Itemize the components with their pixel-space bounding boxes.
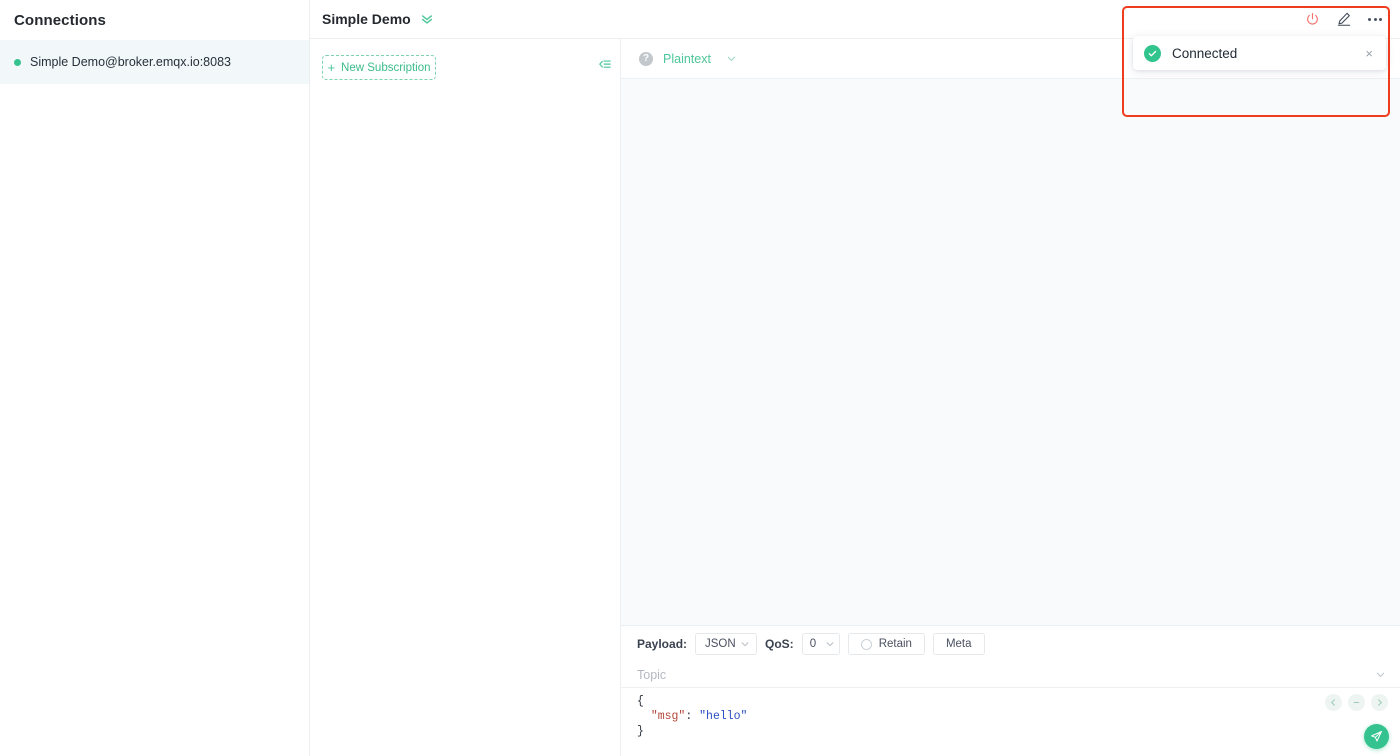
minus-icon[interactable] (1348, 694, 1365, 711)
payload-json-key: "msg" (650, 710, 686, 723)
plus-icon: + (327, 60, 336, 75)
message-list (621, 79, 1400, 625)
payload-code-line-2: "msg": "hello" (621, 709, 1400, 724)
connection-item-label: Simple Demo@broker.emqx.io:8083 (30, 55, 231, 69)
connections-sidebar: Connections Simple Demo@broker.emqx.io:8… (0, 0, 310, 756)
qos-value: 0 (809, 638, 817, 650)
page-title: Simple Demo (322, 11, 411, 27)
collapse-panel-icon[interactable] (598, 58, 612, 72)
messages-panel: ? Plaintext Payload: JSON QoS: 0 Retain … (621, 39, 1400, 756)
more-horizontal-icon[interactable] (1368, 15, 1382, 24)
main-panel: Simple Demo + New Subscription ? Plainte… (310, 0, 1400, 756)
power-icon[interactable] (1305, 12, 1320, 27)
header-actions (1305, 11, 1388, 27)
payload-type-value: JSON (705, 638, 736, 650)
payload-nav-buttons (1325, 694, 1388, 711)
success-check-icon (1144, 44, 1161, 62)
qos-select[interactable]: 0 (801, 633, 840, 655)
payload-type-select[interactable]: JSON (695, 633, 758, 655)
subscriptions-panel: + New Subscription (310, 39, 621, 756)
mqtt-client-window: Connections Simple Demo@broker.emqx.io:8… (0, 0, 1400, 756)
payload-code-line-3: } (637, 725, 644, 738)
help-circle-icon[interactable]: ? (639, 51, 653, 66)
chevron-down-icon (826, 642, 834, 647)
close-icon[interactable]: × (1363, 45, 1375, 62)
composer-options-row: Payload: JSON QoS: 0 Retain Meta (621, 626, 1400, 662)
arrow-right-icon[interactable] (1371, 694, 1388, 711)
chevron-double-down-icon[interactable] (420, 12, 434, 26)
payload-json-value: "hello" (699, 710, 748, 723)
retain-toggle[interactable]: Retain (847, 633, 925, 655)
topic-history-chevron-down-icon[interactable] (1375, 669, 1386, 680)
meta-button[interactable]: Meta (932, 633, 985, 655)
payload-label: Payload: (637, 637, 688, 651)
connection-toast: Connected × (1133, 36, 1386, 70)
topic-row (621, 662, 1400, 688)
connection-status-dot-icon (14, 58, 21, 66)
connection-item-simple-demo[interactable]: Simple Demo@broker.emqx.io:8083 (0, 40, 309, 84)
edit-pencil-icon[interactable] (1336, 11, 1352, 27)
toast-message: Connected (1172, 45, 1238, 61)
qos-label: QoS: (765, 637, 794, 651)
meta-label: Meta (945, 638, 972, 650)
arrow-left-icon[interactable] (1325, 694, 1342, 711)
retain-label: Retain (878, 638, 912, 650)
topic-input[interactable] (637, 667, 1370, 682)
chevron-down-icon (741, 642, 749, 647)
payload-format-selector[interactable]: Plaintext (663, 52, 711, 66)
send-plane-icon[interactable] (1364, 724, 1389, 749)
radio-circle-icon (860, 638, 872, 650)
new-subscription-label: New Subscription (341, 61, 431, 74)
content-body: + New Subscription ? Plaintext Payload: … (310, 39, 1400, 756)
payload-json-colon: : (685, 710, 700, 723)
payload-code-line-1: { (637, 695, 644, 708)
sidebar-title: Connections (14, 12, 106, 29)
connection-list: Simple Demo@broker.emqx.io:8083 (0, 40, 309, 84)
connection-header: Simple Demo (310, 0, 1400, 39)
new-subscription-button[interactable]: + New Subscription (322, 55, 436, 80)
payload-editor[interactable]: { "msg": "hello" } (621, 688, 1400, 756)
publish-composer: Payload: JSON QoS: 0 Retain Meta Topic {… (621, 625, 1400, 756)
chevron-down-icon[interactable] (726, 53, 737, 64)
